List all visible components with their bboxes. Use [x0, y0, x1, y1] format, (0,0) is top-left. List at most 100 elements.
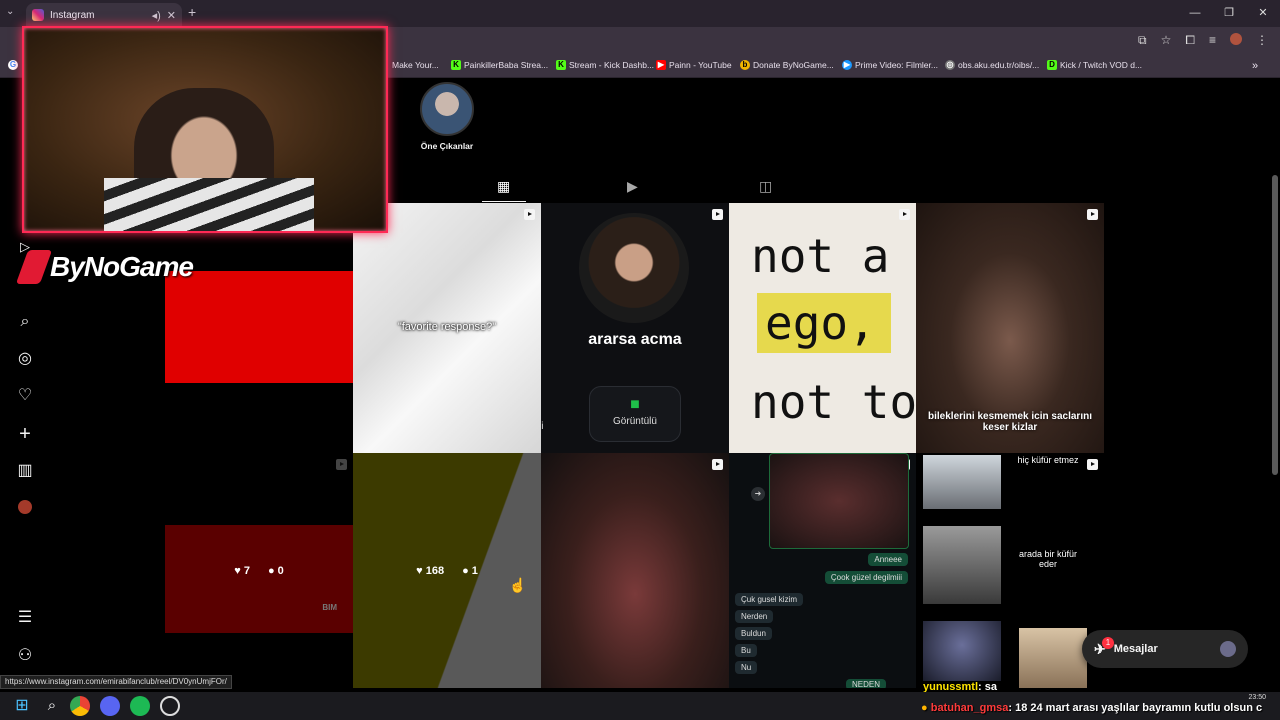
- install-app-icon[interactable]: ⧉: [1138, 33, 1147, 48]
- posts-grid-icon[interactable]: ▦: [497, 178, 510, 195]
- bookmark-label: obs.aku.edu.tr/oibs/...: [958, 60, 1040, 70]
- bynogame-logo-icon: [15, 250, 53, 284]
- chat-message-in: Çuk gusel kizim: [735, 593, 804, 606]
- chat-message-out: Çook güzel degilmiii: [824, 571, 908, 584]
- close-window-icon[interactable]: ✕: [1246, 0, 1280, 27]
- kick-icon: K: [451, 60, 461, 70]
- reel-icon: [899, 209, 910, 220]
- reel-icon: [524, 209, 535, 220]
- bookmark-0[interactable]: Make Your...: [392, 60, 439, 70]
- minimize-icon[interactable]: —: [1178, 0, 1212, 27]
- star-icon[interactable]: ☆: [1161, 33, 1172, 48]
- like-count: 168: [425, 564, 445, 577]
- bynogame-icon: b: [740, 60, 750, 70]
- browser-tab[interactable]: Instagram ◂) ✕: [26, 3, 182, 27]
- chat-username: batuhan_gmsa: [930, 702, 1009, 714]
- window-controls: — ❐ ✕: [1178, 0, 1280, 27]
- close-tab-icon[interactable]: ✕: [167, 9, 176, 22]
- grid-post-6[interactable]: ♥ 7 ● 0 BIM: [165, 453, 353, 688]
- page-scrollbar[interactable]: [1272, 175, 1278, 475]
- discord-icon[interactable]: [100, 696, 120, 716]
- grid-post-1[interactable]: [165, 203, 353, 453]
- restore-icon[interactable]: ❐: [1212, 0, 1246, 27]
- youtube-icon: ▶: [656, 60, 666, 70]
- google-icon[interactable]: G: [8, 60, 18, 70]
- more-bookmarks-icon[interactable]: »: [1252, 60, 1258, 72]
- prime-icon: ▶: [842, 60, 852, 70]
- profile-avatar[interactable]: [16, 500, 34, 518]
- reel-icon: [712, 209, 723, 220]
- bookmark-3[interactable]: ▶ Painn - YouTube: [656, 60, 732, 70]
- chat-message-out: Anneee: [868, 553, 908, 566]
- active-tab-indicator: [482, 201, 526, 202]
- meta-apps-icon[interactable]: ⚇: [16, 647, 34, 665]
- dark-red-band: [165, 525, 353, 633]
- bookmark-5[interactable]: ▶ Prime Video: Filmler...: [842, 60, 938, 70]
- media-icon[interactable]: ≡: [1209, 33, 1216, 48]
- globe-icon: ◎: [945, 60, 955, 70]
- meme-text-1: hiç küfür etmez: [1017, 455, 1079, 465]
- tab-search-icon[interactable]: ⌄: [6, 6, 14, 17]
- more-menu-icon[interactable]: ☰: [16, 609, 34, 627]
- comment-count: 1: [471, 564, 478, 577]
- highlight-avatar[interactable]: [420, 82, 474, 136]
- extensions-icon[interactable]: ⧠: [1185, 33, 1195, 48]
- video-call-label: Görüntülü: [613, 416, 657, 427]
- meme-image-3: [923, 621, 1001, 681]
- grid-post-9[interactable]: ➜ Anneee Çook güzel degilmiii Çuk gusel …: [729, 453, 916, 688]
- messages-badge: 1: [1102, 637, 1114, 649]
- grid-post-7[interactable]: ♥ 168 ● 1 ☝: [353, 453, 541, 688]
- comment-count: 0: [277, 564, 284, 577]
- grid-post-5[interactable]: bileklerini kesmemek icin saclarını kese…: [916, 203, 1104, 453]
- bookmark-label: Stream - Kick Dashb...: [569, 60, 655, 70]
- tagged-tab-icon[interactable]: ◫: [759, 178, 772, 195]
- meme-image-2: [923, 526, 1001, 604]
- bookmark-2[interactable]: K Stream - Kick Dashb...: [556, 60, 654, 70]
- grid-post-4[interactable]: not a ego, not to: [729, 203, 916, 453]
- link-status-url: https://www.instagram.com/emirabifanclub…: [0, 675, 232, 689]
- post-caption: bileklerini kesmemek icin saclarını kese…: [928, 411, 1092, 433]
- reels-tab-icon[interactable]: ▶: [627, 178, 638, 195]
- dashboard-icon[interactable]: ▥: [16, 462, 34, 480]
- text-line-1: not a: [751, 229, 890, 283]
- profile-avatar-icon[interactable]: [1230, 33, 1242, 45]
- browser-titlebar: ⌄ Instagram ◂) ✕ + — ❐ ✕: [0, 0, 1280, 27]
- grid-post-10[interactable]: hiç küfür etmez arada bir küfür eder: [916, 453, 1104, 688]
- messages-button[interactable]: ✈ Mesajlar: [1082, 630, 1248, 668]
- taskbar-clock[interactable]: 23:50: [1248, 694, 1266, 701]
- comments: ● 0: [267, 564, 284, 577]
- chat-message-in: Bu: [735, 644, 757, 657]
- grid-post-3[interactable]: ararsa acma ■ Görüntülü li: [541, 203, 729, 453]
- create-icon[interactable]: +: [16, 424, 34, 444]
- bookmark-1[interactable]: K PainkillerBaba Strea...: [451, 60, 548, 70]
- highlight-label: Öne Çıkanlar: [420, 141, 474, 151]
- search-icon[interactable]: ⌕: [16, 313, 34, 331]
- menu-icon[interactable]: ⋮: [1256, 33, 1268, 48]
- windows-start-icon[interactable]: ⊞: [12, 696, 32, 716]
- spotify-icon[interactable]: [130, 696, 150, 716]
- forward-icon: ➜: [751, 487, 765, 501]
- bookmark-label: PainkillerBaba Strea...: [464, 60, 549, 70]
- reel-icon: [1087, 459, 1098, 470]
- obs-icon[interactable]: [160, 696, 180, 716]
- contact-avatar: [1220, 641, 1236, 657]
- bookmark-4[interactable]: b Donate ByNoGame...: [740, 60, 834, 70]
- kick-icon: D: [1047, 60, 1057, 70]
- speaker-icon[interactable]: ◂): [152, 9, 161, 22]
- reel-icon: [336, 459, 347, 470]
- explore-icon[interactable]: ◎: [16, 350, 34, 368]
- grid-post-8[interactable]: [541, 453, 729, 688]
- chat-line-2: ● batuhan_gmsa: 18 24 mart arası yaşlıla…: [921, 702, 1262, 714]
- heart-icon[interactable]: ♡: [16, 387, 34, 405]
- messages-label: Mesajlar: [1113, 643, 1158, 655]
- bookmark-7[interactable]: D Kick / Twitch VOD d...: [1047, 60, 1142, 70]
- chrome-icon[interactable]: [70, 696, 90, 716]
- brand-text: ByNoGame: [50, 251, 194, 282]
- bookmark-6[interactable]: ◎ obs.aku.edu.tr/oibs/...: [945, 60, 1039, 70]
- caller-name: ararsa acma: [588, 331, 682, 348]
- kick-icon: K: [556, 60, 566, 70]
- new-tab-icon[interactable]: +: [188, 4, 196, 20]
- chat-message-in: Nerden: [735, 610, 774, 623]
- taskbar-search-icon[interactable]: ⌕: [42, 696, 62, 716]
- grid-post-2[interactable]: "favorite response?": [353, 203, 541, 453]
